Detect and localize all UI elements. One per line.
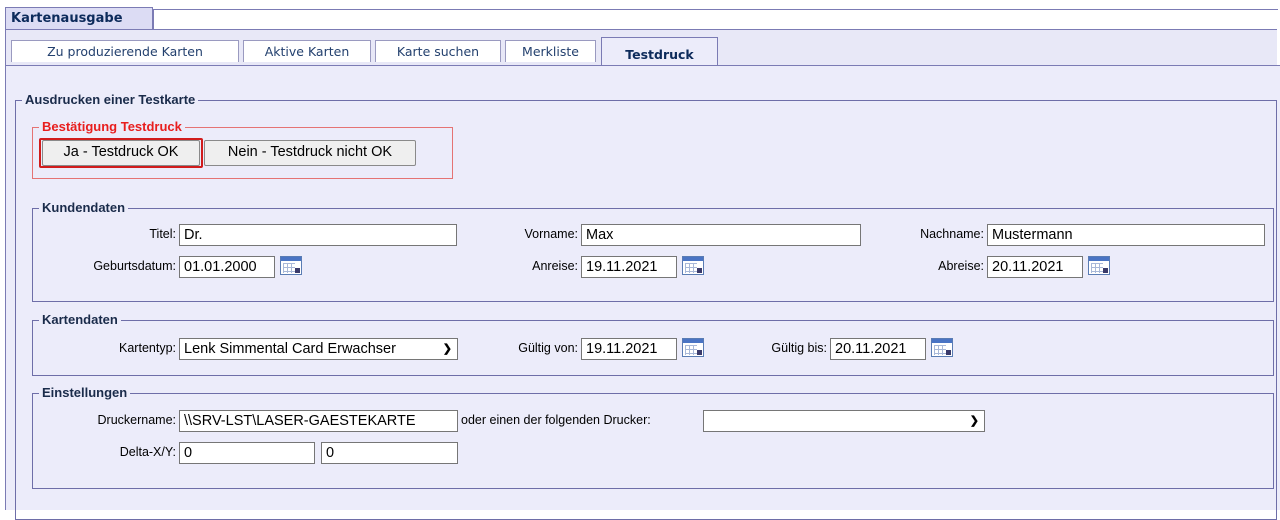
- calendar-icon[interactable]: [931, 338, 953, 357]
- vorname-field[interactable]: Max: [581, 224, 861, 246]
- abreise-field[interactable]: 20.11.2021: [987, 256, 1083, 278]
- calendar-icon[interactable]: [682, 338, 704, 357]
- druckername-field[interactable]: \\SRV-LST\LASER-GAESTEKARTE: [179, 410, 458, 432]
- gueltig-von-field[interactable]: 19.11.2021: [581, 338, 677, 360]
- confirm-legend: Bestätigung Testdruck: [39, 119, 185, 134]
- testdruck-ok-button[interactable]: Ja - Testdruck OK: [42, 140, 200, 166]
- kartentyp-label: Kartentyp:: [119, 341, 176, 355]
- anreise-label: Anreise:: [532, 259, 578, 273]
- kartentyp-value: Lenk Simmental Card Erwachser: [184, 341, 396, 357]
- testkarte-legend: Ausdrucken einer Testkarte: [22, 92, 199, 107]
- tab-karte-suchen[interactable]: Karte suchen: [375, 40, 501, 62]
- content-panel: Ausdrucken einer Testkarte Bestätigung T…: [5, 65, 1280, 520]
- titel-label: Titel:: [149, 227, 176, 241]
- nachname-label: Nachname:: [920, 227, 984, 241]
- vorname-label: Vorname:: [524, 227, 578, 241]
- chevron-down-icon: ❯: [969, 415, 979, 427]
- calendar-icon[interactable]: [1088, 256, 1110, 275]
- einstellungen-fieldset: Einstellungen Druckername: \\SRV-LST\LAS…: [32, 385, 1274, 489]
- kundendaten-fieldset: Kundendaten Titel: Dr. Vorname: Max Nach…: [32, 200, 1274, 302]
- anreise-field[interactable]: 19.11.2021: [581, 256, 677, 278]
- einstellungen-legend: Einstellungen: [39, 385, 131, 400]
- kundendaten-legend: Kundendaten: [39, 200, 129, 215]
- kartentyp-select[interactable]: Lenk Simmental Card Erwachser ❯: [179, 338, 458, 360]
- nachname-field[interactable]: Mustermann: [987, 224, 1265, 246]
- tab-aktive-karten[interactable]: Aktive Karten: [243, 40, 371, 62]
- calendar-icon[interactable]: [280, 256, 302, 275]
- calendar-icon[interactable]: [682, 256, 704, 275]
- abreise-label: Abreise:: [938, 259, 984, 273]
- chevron-down-icon: ❯: [442, 343, 452, 355]
- geburtsdatum-field[interactable]: 01.01.2000: [179, 256, 275, 278]
- gueltig-bis-label: Gültig bis:: [771, 341, 827, 355]
- druckername-label: Druckername:: [97, 413, 177, 427]
- geburtsdatum-label: Geburtsdatum:: [93, 259, 176, 273]
- delta-label: Delta-X/Y:: [119, 445, 176, 459]
- kartendaten-legend: Kartendaten: [39, 312, 121, 327]
- testdruck-not-ok-button[interactable]: Nein - Testdruck nicht OK: [204, 140, 416, 166]
- testkarte-fieldset: Ausdrucken einer Testkarte Bestätigung T…: [15, 92, 1277, 520]
- titel-field[interactable]: Dr.: [179, 224, 457, 246]
- gueltig-bis-field[interactable]: 20.11.2021: [830, 338, 926, 360]
- window-title: Kartenausgabe: [5, 7, 153, 29]
- gueltig-von-label: Gültig von:: [518, 341, 578, 355]
- window-title-bar: [153, 9, 1278, 30]
- delta-x-field[interactable]: 0: [179, 442, 315, 464]
- confirm-fieldset: Bestätigung Testdruck Ja - Testdruck OK …: [32, 119, 453, 179]
- delta-y-field[interactable]: 0: [321, 442, 458, 464]
- kartendaten-fieldset: Kartendaten Kartentyp: Lenk Simmental Ca…: [32, 312, 1274, 376]
- drucker-list-label: oder einen der folgenden Drucker:: [461, 413, 651, 427]
- tab-testdruck[interactable]: Testdruck: [601, 37, 718, 67]
- tab-strip: Zu produzierende Karten Aktive Karten Ka…: [5, 29, 1277, 67]
- tab-zu-produzierende-karten[interactable]: Zu produzierende Karten: [11, 40, 239, 62]
- drucker-select[interactable]: ❯: [703, 410, 985, 432]
- tab-merkliste[interactable]: Merkliste: [505, 40, 596, 62]
